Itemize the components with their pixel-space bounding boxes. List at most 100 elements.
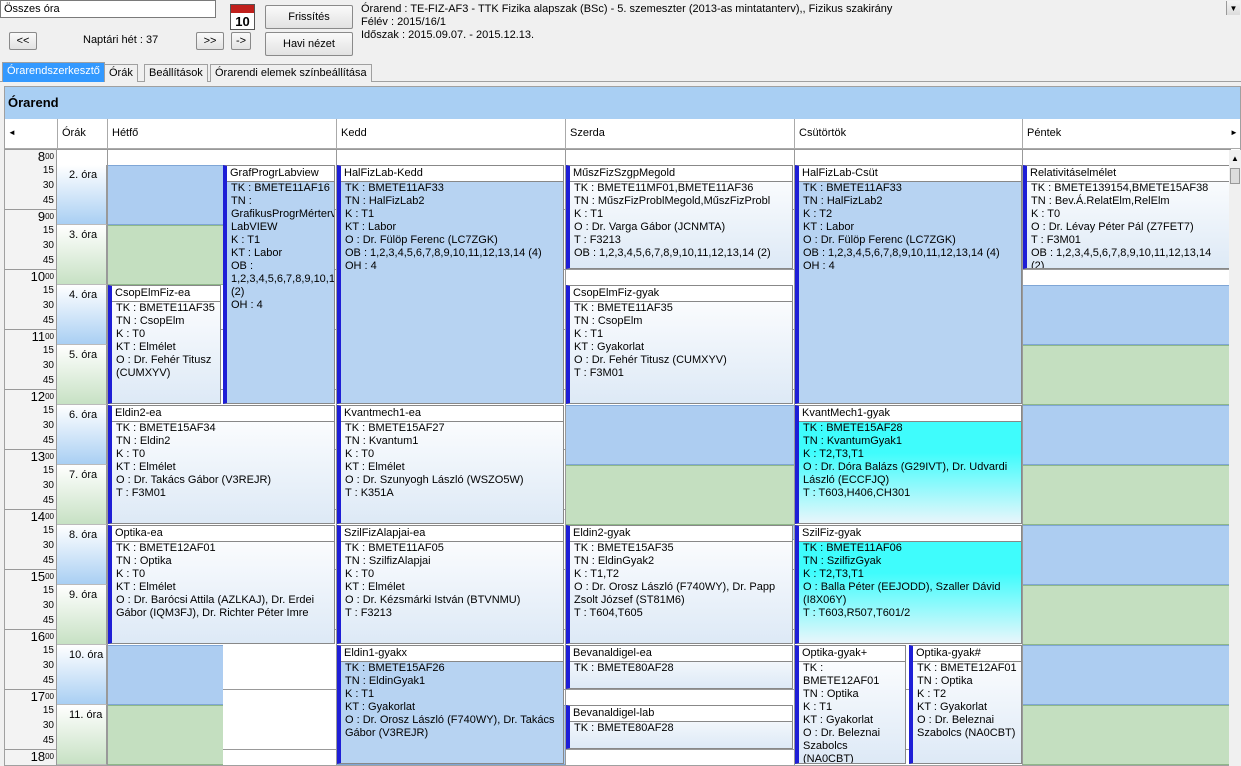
period-cell[interactable]: 3. óra bbox=[57, 225, 107, 285]
event-detail: T : F3213 bbox=[345, 607, 392, 619]
quarter-label: 15 bbox=[42, 465, 54, 476]
course-event[interactable]: CsopElmFiz-ea TK : BMETE11AF35 TN : CsopEl… bbox=[108, 285, 221, 404]
course-event[interactable]: Optika-ea TK : BMETE12AF01 TN : Optika K : … bbox=[108, 525, 335, 644]
course-event[interactable]: KvantMech1-gyak TK : BMETE15AF28 TN : Kvan… bbox=[795, 405, 1022, 524]
course-event[interactable]: Optika-gyak+ TK : BMETE12AF01 TN : Optika K… bbox=[795, 645, 906, 764]
refresh-button[interactable]: Frissítés bbox=[265, 5, 353, 29]
event-title: Optika-gyak+ bbox=[799, 646, 905, 662]
event-detail: TN : CsopElm bbox=[116, 315, 185, 327]
period-cell[interactable]: 8. óra bbox=[57, 525, 107, 585]
period-filter-combo[interactable]: Összes óra ▼ bbox=[0, 0, 1240, 18]
quarter-label: 15 bbox=[42, 705, 54, 716]
period-cell[interactable]: 2. óra bbox=[57, 165, 107, 225]
course-event[interactable]: Optika-gyak# TK : BMETE12AF01 TN : Optika K… bbox=[909, 645, 1022, 764]
header-periods: Órák bbox=[57, 119, 107, 149]
empty-slot[interactable] bbox=[1023, 525, 1230, 585]
vertical-scrollbar[interactable]: ▲ bbox=[1229, 150, 1241, 766]
event-detail: TK : BMETE12AF01 bbox=[116, 542, 216, 554]
tab-classes[interactable]: Órák bbox=[104, 64, 138, 82]
tab-color-settings[interactable]: Órarendi elemek színbeállítása bbox=[210, 64, 372, 82]
event-title: Relativitáselmélet bbox=[1027, 166, 1229, 182]
hour-line bbox=[5, 149, 1230, 150]
event-detail: O : Dr. Orosz László (F740WY), Dr. Papp … bbox=[574, 581, 776, 606]
event-detail: O : Dr. Fehér Titusz (CUMXYV) bbox=[116, 354, 212, 379]
timetable-info: Órarend : TE-FIZ-AF3 - TTK Fizika alapsz… bbox=[361, 3, 893, 15]
event-detail: O : Dr. Fülöp Ferenc (LC7ZGK) bbox=[345, 234, 498, 246]
empty-slot[interactable] bbox=[108, 645, 223, 705]
period-cell[interactable]: 7. óra bbox=[57, 465, 107, 525]
prev-week-button[interactable]: << bbox=[9, 32, 37, 50]
empty-slot[interactable] bbox=[1023, 705, 1230, 765]
course-event[interactable]: SzilFizAlapjai-ea TK : BMETE11AF05 TN : Sz… bbox=[337, 525, 564, 644]
course-event[interactable]: HalFizLab-Kedd TK : BMETE11AF33 TN : HalFi… bbox=[337, 165, 564, 404]
event-detail: O : Dr. Fehér Titusz (CUMXYV) bbox=[574, 354, 727, 366]
scroll-up-icon[interactable]: ▲ bbox=[1231, 154, 1239, 163]
hour-label: 1000 bbox=[31, 270, 54, 284]
empty-slot[interactable] bbox=[108, 165, 223, 225]
hour-minutes: 00 bbox=[45, 512, 54, 521]
tab-settings[interactable]: Beállítások bbox=[144, 64, 208, 82]
period-cell[interactable]: 10. óra bbox=[57, 645, 107, 705]
course-event[interactable]: Relativitáselmélet TK : BMETE139154,BMETE… bbox=[1023, 165, 1230, 269]
event-detail: O : Dr. Orosz László (F740WY), Dr. Takác… bbox=[345, 714, 555, 739]
course-event[interactable]: HalFizLab-Csüt TK : BMETE11AF33 TN : HalFi… bbox=[795, 165, 1022, 404]
header-thursday: Csütörtök bbox=[794, 119, 1022, 149]
monthly-view-button[interactable]: Havi nézet bbox=[265, 32, 353, 56]
period-cell[interactable]: 11. óra bbox=[57, 705, 107, 765]
course-event[interactable]: CsopElmFiz-gyak TK : BMETE11AF35 TN : Csop… bbox=[566, 285, 793, 404]
course-event[interactable]: Eldin2-gyak TK : BMETE15AF35 TN : EldinGya… bbox=[566, 525, 793, 644]
empty-slot[interactable] bbox=[1023, 585, 1230, 645]
event-detail: K : T0 bbox=[116, 448, 146, 460]
quarter-label: 45 bbox=[42, 195, 54, 206]
period-cell[interactable]: 9. óra bbox=[57, 585, 107, 645]
empty-slot[interactable] bbox=[1023, 465, 1230, 525]
scroll-left-icon[interactable]: ◄ bbox=[4, 126, 20, 140]
scrollbar-thumb[interactable] bbox=[1230, 168, 1240, 184]
event-title: Optika-gyak# bbox=[913, 646, 1021, 662]
scroll-right-icon[interactable]: ► bbox=[1228, 126, 1240, 140]
quarter-label: 15 bbox=[42, 585, 54, 596]
hour-minutes: 00 bbox=[45, 332, 54, 341]
course-event[interactable]: GrafProgrLabview TK : BMETE11AF16 TN : Gra… bbox=[223, 165, 335, 404]
event-detail: TN : EldinGyak1 bbox=[345, 675, 426, 687]
course-event[interactable]: Eldin1-gyakx TK : BMETE15AF26 TN : EldinGy… bbox=[337, 645, 564, 764]
course-event[interactable]: MűszFizSzgpMegold TK : BMETE11MF01,BMETE1… bbox=[566, 165, 793, 269]
tab-timetable-editor[interactable]: Órarendszerkesztő bbox=[2, 62, 105, 82]
period-cell[interactable]: 4. óra bbox=[57, 285, 107, 345]
empty-slot[interactable] bbox=[1023, 285, 1230, 345]
empty-slot[interactable] bbox=[108, 705, 223, 765]
period-cell[interactable]: 5. óra bbox=[57, 345, 107, 405]
quarter-label: 15 bbox=[42, 225, 54, 236]
empty-slot[interactable] bbox=[566, 465, 794, 525]
course-event[interactable]: Bevanaldigel-ea TK : BMETE80AF28 bbox=[566, 645, 793, 689]
hour-minutes: 00 bbox=[45, 392, 54, 401]
period-cell[interactable]: 6. óra bbox=[57, 405, 107, 465]
course-event[interactable]: Bevanaldigel-lab TK : BMETE80AF28 bbox=[566, 705, 793, 749]
empty-slot[interactable] bbox=[108, 225, 223, 285]
goto-week-button[interactable]: -> bbox=[231, 32, 251, 50]
calendar-icon[interactable]: 10 bbox=[230, 4, 255, 30]
hour-number: 18 bbox=[30, 749, 46, 764]
day-header: Órák Hétfő Kedd Szerda Csütörtök Péntek bbox=[5, 119, 1240, 149]
event-detail: O : Dr. Szunyogh László (WSZO5W) bbox=[345, 474, 524, 486]
course-event[interactable]: Eldin2-ea TK : BMETE15AF34 TN : Eldin2 K : … bbox=[108, 405, 335, 524]
event-title: GrafProgrLabview bbox=[227, 166, 334, 182]
header-tuesday: Kedd bbox=[336, 119, 565, 149]
next-week-button[interactable]: >> bbox=[196, 32, 224, 50]
empty-slot[interactable] bbox=[566, 405, 794, 465]
hour-number: 17 bbox=[30, 689, 46, 704]
course-event[interactable]: Kvantmech1-ea TK : BMETE15AF27 TN : Kvantu… bbox=[337, 405, 564, 524]
course-event[interactable]: SzilFiz-gyak TK : BMETE11AF06 TN : Szilfiz… bbox=[795, 525, 1022, 644]
event-detail: KT : Labor bbox=[345, 221, 397, 233]
empty-slot[interactable] bbox=[1023, 405, 1230, 465]
chevron-down-icon[interactable]: ▼ bbox=[1226, 1, 1240, 15]
event-detail: K : T0 bbox=[116, 328, 146, 340]
empty-slot[interactable] bbox=[1023, 345, 1230, 405]
event-detail: K : T0 bbox=[345, 448, 375, 460]
event-detail: TN : EldinGyak2 bbox=[574, 555, 655, 567]
event-detail: TK : BMETE12AF01 bbox=[803, 662, 880, 687]
event-title: MűszFizSzgpMegold bbox=[570, 166, 792, 182]
event-detail: TK : BMETE12AF01 bbox=[917, 662, 1017, 674]
event-detail: OH : 4 bbox=[345, 260, 377, 272]
empty-slot[interactable] bbox=[1023, 645, 1230, 705]
